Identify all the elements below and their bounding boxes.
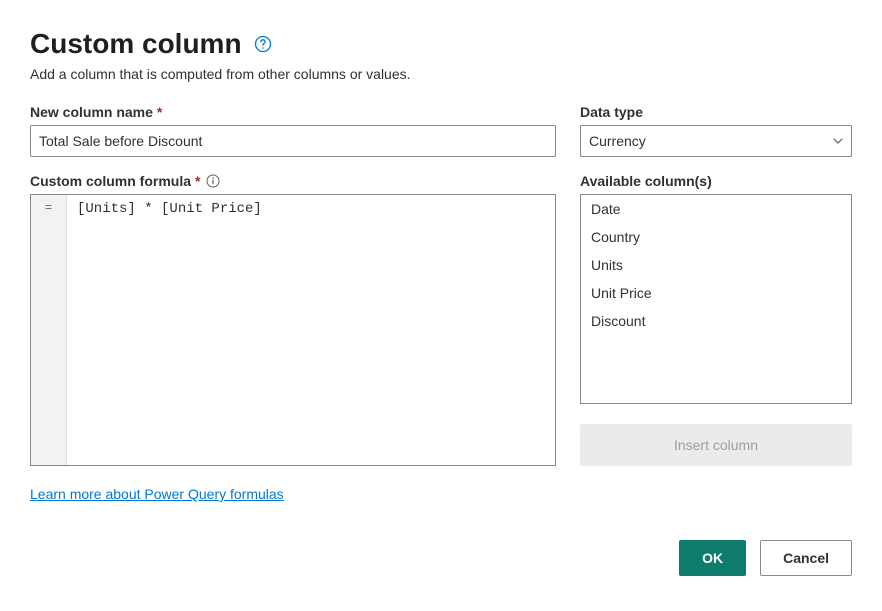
available-columns-list[interactable]: Date Country Units Unit Price Discount [580,194,852,404]
required-asterisk: * [195,173,200,189]
column-item[interactable]: Discount [581,307,851,335]
ok-button[interactable]: OK [679,540,746,576]
data-type-select[interactable]: Currency [580,125,852,157]
formula-label: Custom column formula * [30,173,556,189]
column-item[interactable]: Country [581,223,851,251]
column-name-label: New column name * [30,104,556,120]
column-name-input[interactable] [30,125,556,157]
cancel-button[interactable]: Cancel [760,540,852,576]
help-icon[interactable] [254,35,272,53]
info-icon[interactable] [206,174,220,188]
formula-gutter: = [31,195,67,465]
formula-editor[interactable]: = [30,194,556,466]
column-item[interactable]: Units [581,251,851,279]
required-asterisk: * [157,104,162,120]
data-type-label: Data type [580,104,852,120]
column-item[interactable]: Unit Price [581,279,851,307]
page-title: Custom column [30,28,242,60]
insert-column-button[interactable]: Insert column [580,424,852,466]
column-item[interactable]: Date [581,195,851,223]
page-subtitle: Add a column that is computed from other… [30,66,852,82]
learn-more-link[interactable]: Learn more about Power Query formulas [30,486,284,502]
formula-textarea[interactable] [67,195,555,465]
available-columns-label: Available column(s) [580,173,852,189]
